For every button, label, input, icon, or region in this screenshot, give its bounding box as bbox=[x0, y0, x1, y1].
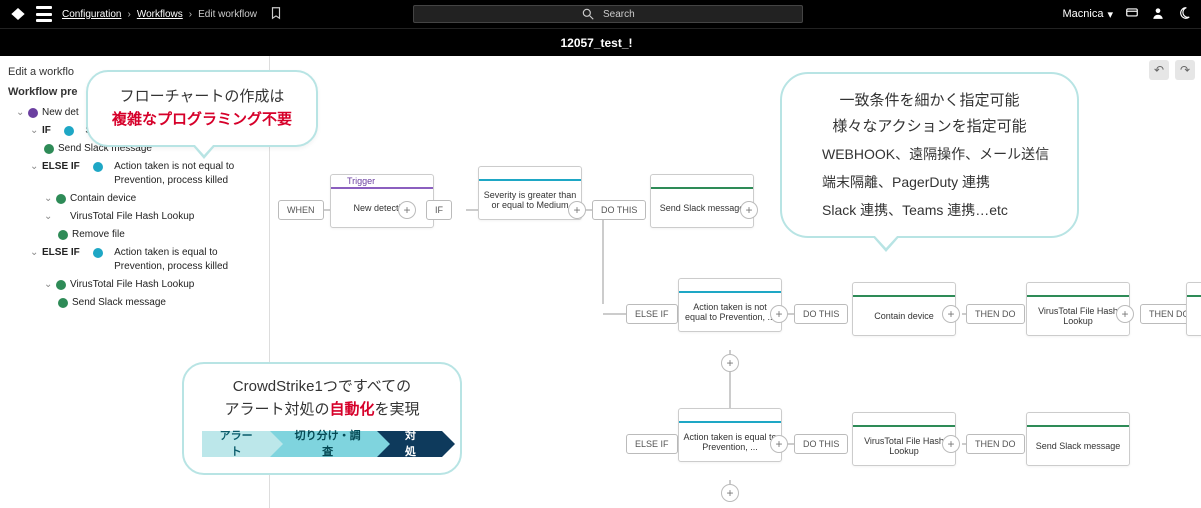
tree-action[interactable]: Send Slack message bbox=[58, 294, 265, 312]
add-button[interactable]: + bbox=[740, 201, 758, 219]
condition-icon bbox=[93, 162, 103, 172]
breadcrumb: Configuration › Workflows › Edit workflo… bbox=[62, 6, 283, 23]
condition-icon bbox=[93, 248, 103, 258]
condition-icon bbox=[64, 126, 74, 136]
tree-item[interactable]: ⌄VirusTotal File Hash Lookup bbox=[44, 208, 265, 226]
trigger-icon bbox=[335, 177, 343, 185]
add-button[interactable]: + bbox=[942, 435, 960, 453]
theme-icon[interactable] bbox=[1177, 6, 1191, 23]
action-icon bbox=[1031, 285, 1039, 293]
tree-action[interactable]: Remove file bbox=[58, 226, 265, 244]
menu-icon[interactable] bbox=[36, 6, 52, 22]
if-pill: IF bbox=[426, 200, 452, 220]
action-icon bbox=[857, 415, 865, 423]
canvas-toolbar: ↶ ↷ bbox=[1149, 60, 1195, 80]
add-button[interactable]: + bbox=[721, 354, 739, 372]
title-bar: 12057_test_! bbox=[0, 28, 1201, 56]
trigger-icon bbox=[28, 108, 38, 118]
tree-elseif[interactable]: ⌄ELSE IF Action taken is equal to Preven… bbox=[30, 244, 265, 276]
redo-button[interactable]: ↷ bbox=[1175, 60, 1195, 80]
breadcrumb-config[interactable]: Configuration bbox=[62, 9, 121, 20]
breadcrumb-workflows[interactable]: Workflows bbox=[137, 9, 183, 20]
action-icon bbox=[1031, 415, 1039, 423]
account-menu[interactable]: Macnica ▾ bbox=[1063, 8, 1114, 21]
user-icon[interactable] bbox=[1151, 6, 1165, 23]
callout-bubble: CrowdStrike1つですべての アラート対処の自動化を実現 アラート 切り… bbox=[182, 362, 462, 475]
top-bar: Configuration › Workflows › Edit workflo… bbox=[0, 0, 1201, 28]
workflow-title: 12057_test_! bbox=[560, 36, 632, 50]
chevron-down-icon: ▾ bbox=[1107, 8, 1113, 21]
search-placeholder: Search bbox=[603, 9, 635, 20]
search-input[interactable]: Search bbox=[413, 5, 803, 23]
logo-icon bbox=[10, 6, 26, 22]
action-icon bbox=[56, 194, 66, 204]
node-action[interactable]: Action Contain device bbox=[852, 282, 956, 336]
node-trigger[interactable]: Trigger New detection bbox=[330, 174, 434, 228]
dothis-pill: DO THIS bbox=[794, 434, 848, 454]
tree-action[interactable]: ⌄Contain device bbox=[44, 190, 265, 208]
node-action[interactable]: Action Send Slack message bbox=[1026, 412, 1130, 466]
action-icon bbox=[56, 280, 66, 290]
undo-button[interactable]: ↶ bbox=[1149, 60, 1169, 80]
node-action[interactable]: Action VirusTotal File Hash Lookup bbox=[1026, 282, 1130, 336]
add-button[interactable]: + bbox=[568, 201, 586, 219]
chevron-right-icon: › bbox=[127, 9, 130, 20]
node-condition[interactable]: Condition Action taken is not equal to P… bbox=[678, 278, 782, 332]
breadcrumb-current: Edit workflow bbox=[198, 9, 257, 20]
condition-icon bbox=[483, 169, 491, 177]
process-ribbon: アラート 切り分け・調査 対 処 bbox=[202, 431, 442, 457]
node-action[interactable]: Action Remove file bbox=[1186, 282, 1201, 336]
bookmark-icon[interactable] bbox=[269, 6, 283, 23]
action-icon bbox=[58, 298, 68, 308]
node-action[interactable]: Action VirusTotal File Hash Lookup bbox=[852, 412, 956, 466]
action-icon bbox=[1191, 285, 1199, 293]
when-pill: WHEN bbox=[278, 200, 324, 220]
tree-action[interactable]: ⌄VirusTotal File Hash Lookup bbox=[44, 276, 265, 294]
dothis-pill: DO THIS bbox=[794, 304, 848, 324]
add-button[interactable]: + bbox=[942, 305, 960, 323]
action-icon bbox=[857, 285, 865, 293]
elseif-pill: ELSE IF bbox=[626, 304, 678, 324]
tree-elseif[interactable]: ⌄ELSE IF Action taken is not equal to Pr… bbox=[30, 158, 265, 190]
thendo-pill: THEN DO bbox=[966, 434, 1025, 454]
add-button[interactable]: + bbox=[1116, 305, 1134, 323]
ribbon-seg: アラート bbox=[202, 431, 270, 457]
callout-bubble: 一致条件を細かく指定可能 様々なアクションを指定可能 WEBHOOK、遠隔操作、… bbox=[780, 72, 1079, 238]
elseif-pill: ELSE IF bbox=[626, 434, 678, 454]
thendo-pill: THEN DO bbox=[966, 304, 1025, 324]
dothis-pill: DO THIS bbox=[592, 200, 646, 220]
node-condition[interactable]: Condition Action taken is equal to Preve… bbox=[678, 408, 782, 462]
node-condition[interactable]: Condition Severity is greater than or eq… bbox=[478, 166, 582, 220]
add-button[interactable]: + bbox=[398, 201, 416, 219]
add-button[interactable]: + bbox=[770, 435, 788, 453]
chevron-right-icon: › bbox=[189, 9, 192, 20]
action-icon bbox=[58, 230, 68, 240]
node-action[interactable]: Action Send Slack message bbox=[650, 174, 754, 228]
chat-icon[interactable] bbox=[1125, 6, 1139, 23]
condition-icon bbox=[683, 411, 691, 419]
add-button[interactable]: + bbox=[770, 305, 788, 323]
action-icon bbox=[44, 144, 54, 154]
callout-bubble: フローチャートの作成は 複雑なプログラミング不要 bbox=[86, 70, 318, 147]
condition-icon bbox=[683, 281, 691, 289]
ribbon-seg: 切り分け・調査 bbox=[270, 431, 377, 457]
add-button[interactable]: + bbox=[721, 484, 739, 502]
search-icon bbox=[581, 7, 595, 21]
action-icon bbox=[655, 177, 663, 185]
